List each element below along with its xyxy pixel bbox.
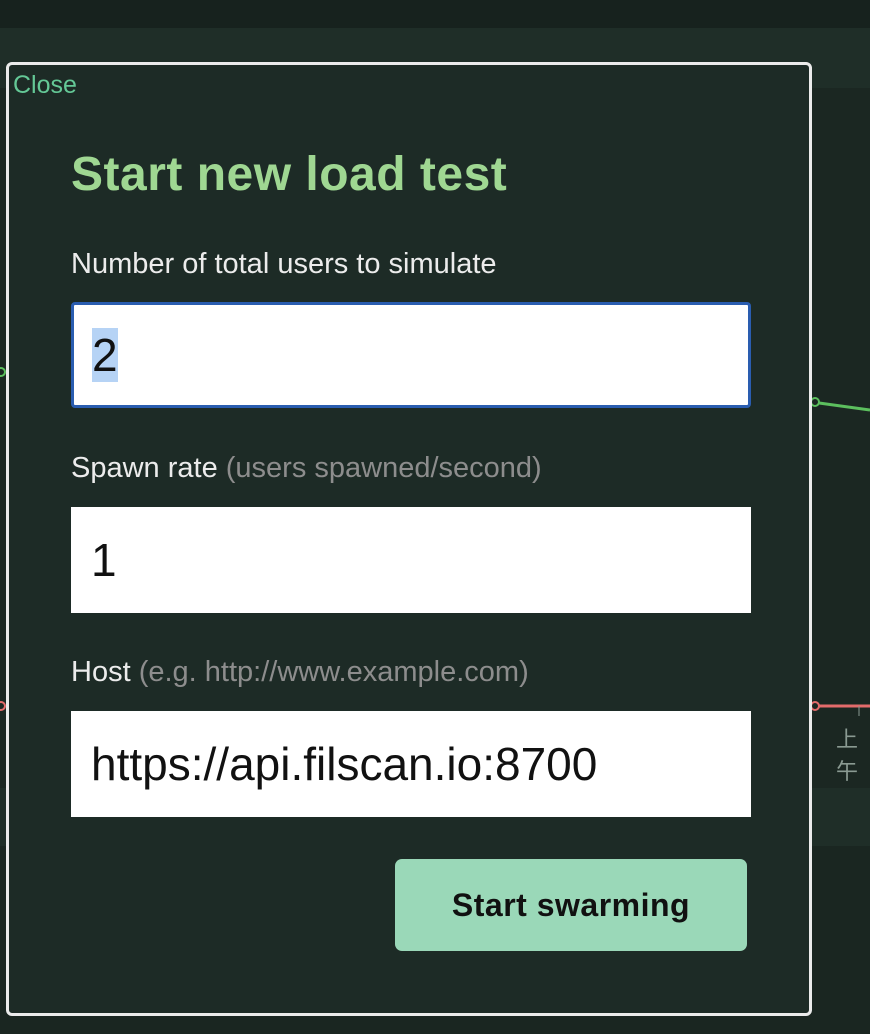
host-label: Host (e.g. http://www.example.com) xyxy=(71,656,529,689)
start-swarming-button[interactable]: Start swarming xyxy=(395,859,747,951)
host-label-text: Host xyxy=(71,656,131,688)
close-link[interactable]: Close xyxy=(13,71,77,100)
new-load-test-modal: Close Start new load test Number of tota… xyxy=(6,62,812,1016)
user-count-label-text: Number of total users to simulate xyxy=(71,248,497,280)
user-count-label: Number of total users to simulate xyxy=(71,248,497,281)
host-hint: (e.g. http://www.example.com) xyxy=(138,656,529,688)
spawn-rate-input[interactable] xyxy=(71,507,751,613)
user-count-input[interactable] xyxy=(71,302,751,408)
spawn-rate-label-text: Spawn rate xyxy=(71,452,218,484)
host-input[interactable] xyxy=(71,711,751,817)
background-axis-label: 上午 xyxy=(836,728,859,785)
modal-title: Start new load test xyxy=(71,148,508,201)
spawn-rate-hint: (users spawned/second) xyxy=(225,452,542,484)
spawn-rate-label: Spawn rate (users spawned/second) xyxy=(71,452,542,485)
